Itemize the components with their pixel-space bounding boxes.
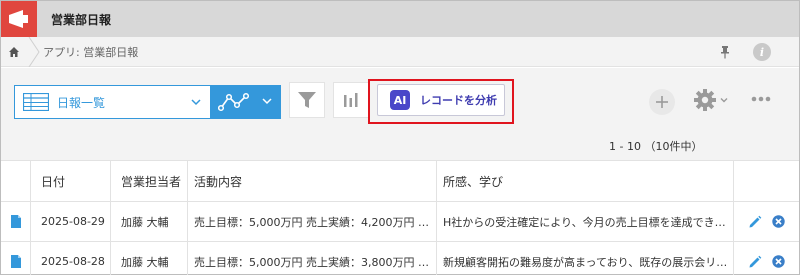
table-header-blank	[1, 161, 30, 201]
edit-icon[interactable]	[748, 255, 762, 269]
gear-icon	[694, 89, 716, 111]
table-list-icon	[23, 93, 49, 111]
settings-menu[interactable]	[693, 88, 728, 112]
cell-date: 2025-08-29	[30, 202, 110, 241]
chevron-down-icon	[262, 98, 272, 105]
view-select-label: 日報一覧	[57, 95, 106, 110]
ai-analyze-button[interactable]: AI レコードを分析	[377, 84, 505, 116]
graph-view-button[interactable]	[211, 85, 281, 119]
add-record-button[interactable]	[649, 89, 675, 115]
column-header-person[interactable]: 営業担当者	[110, 161, 187, 201]
table-row[interactable]: 2025-08-28 加藤 大輔 売上目標：5,000万円 売上実績：3,800…	[1, 242, 799, 275]
cell-notes: 新規顧客開拓の難易度が高まっており、既存の展示会リ…	[436, 242, 733, 275]
cell-activity: 売上目標：5,000万円 売上実績：4,200万円 …	[187, 202, 436, 241]
column-header-notes[interactable]: 所感、学び	[436, 161, 733, 201]
record-detail-icon[interactable]	[1, 202, 30, 241]
cell-person-text: 加藤 大輔	[121, 215, 169, 229]
home-icon[interactable]	[1, 37, 27, 67]
cell-date-text: 2025-08-29	[41, 215, 105, 228]
pagination-info: 1 - 10 （10件中）	[609, 140, 703, 153]
chart-button[interactable]	[333, 82, 369, 118]
cell-notes-text: H社からの受注確定により、今月の売上目標を達成でき…	[443, 215, 726, 229]
breadcrumb-chevron-icon	[28, 36, 40, 67]
cell-person-text: 加藤 大輔	[121, 255, 169, 269]
column-header-date[interactable]: 日付	[30, 161, 110, 201]
delete-icon[interactable]	[772, 215, 785, 228]
cell-date-text: 2025-08-28	[41, 255, 105, 268]
app-header: 営業部日報	[1, 1, 799, 37]
plus-icon	[656, 96, 668, 108]
column-header-activity[interactable]: 活動内容	[187, 161, 436, 201]
delete-icon[interactable]	[772, 255, 785, 268]
records-table: 日付 営業担当者 活動内容 所感、学び 2025-08-29 加藤 大輔 売上目…	[1, 160, 799, 275]
cell-date: 2025-08-28	[30, 242, 110, 275]
more-options-icon[interactable]	[751, 96, 771, 102]
megaphone-icon	[1, 1, 37, 37]
cell-person: 加藤 大輔	[110, 242, 187, 275]
app-title: 営業部日報	[51, 12, 112, 27]
view-select[interactable]: 日報一覧	[14, 85, 211, 119]
table-header-actions	[733, 161, 799, 201]
info-icon[interactable]: i	[753, 43, 771, 61]
ai-analyze-label: レコードを分析	[420, 94, 497, 107]
cell-notes-text: 新規顧客開拓の難易度が高まっており、既存の展示会リ…	[443, 255, 728, 269]
breadcrumb-app-link[interactable]: アプリ: 営業部日報	[43, 44, 138, 60]
cell-activity: 売上目標：5,000万円 売上実績：3,800万円 …	[187, 242, 436, 275]
filter-icon	[298, 92, 316, 108]
row-actions	[733, 242, 799, 275]
edit-icon[interactable]	[748, 215, 762, 229]
table-header-row: 日付 営業担当者 活動内容 所感、学び	[1, 160, 799, 202]
filter-button[interactable]	[289, 82, 325, 118]
chevron-down-icon	[720, 98, 728, 103]
record-detail-icon[interactable]	[1, 242, 30, 275]
toolbar: 日報一覧 AI レコードを分析 1 - 10 （10件中）	[1, 68, 799, 160]
cell-notes: H社からの受注確定により、今月の売上目標を達成でき…	[436, 202, 733, 241]
cell-person: 加藤 大輔	[110, 202, 187, 241]
cell-activity-text: 売上目標：5,000万円 売上実績：3,800万円 …	[194, 255, 429, 269]
bar-chart-icon	[344, 93, 358, 107]
line-graph-icon	[218, 92, 250, 112]
chevron-down-icon	[191, 99, 201, 106]
cell-activity-text: 売上目標：5,000万円 売上実績：4,200万円 …	[194, 215, 429, 229]
row-actions	[733, 202, 799, 241]
ai-icon: AI	[390, 90, 410, 110]
breadcrumb: アプリ: 営業部日報 i	[1, 36, 799, 67]
pin-icon[interactable]	[717, 44, 733, 60]
table-row[interactable]: 2025-08-29 加藤 大輔 売上目標：5,000万円 売上実績：4,200…	[1, 202, 799, 242]
